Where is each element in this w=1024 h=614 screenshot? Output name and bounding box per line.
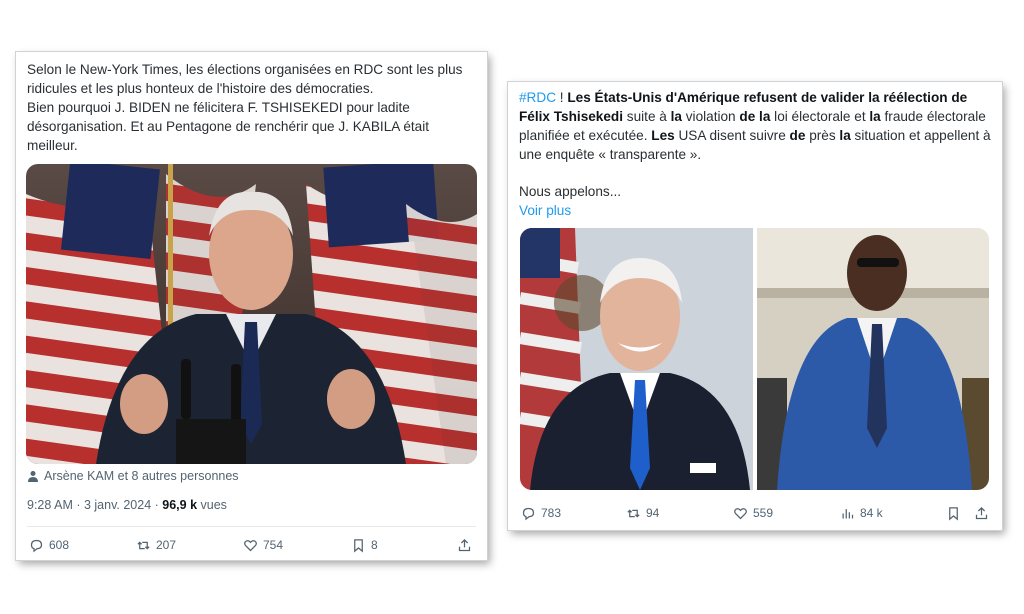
- tweet-card-2: #RDC ! Les États-Unis d'Amérique refusen…: [508, 82, 1002, 530]
- tweet-1-photo[interactable]: [26, 164, 477, 464]
- text-bold: la: [839, 128, 851, 143]
- tweet-2-photos: [520, 228, 989, 490]
- retweet-button[interactable]: 207: [136, 538, 176, 553]
- tweet-2-paragraph-1: #RDC ! Les États-Unis d'Amérique refusen…: [519, 88, 993, 164]
- text-bold: de la: [739, 109, 771, 124]
- retweet-button[interactable]: 94: [626, 506, 659, 521]
- tweet-1-line-2: Bien pourquoi J. BIDEN ne félicitera F. …: [27, 100, 430, 153]
- share-button[interactable]: [974, 506, 989, 521]
- tweet-1-actions: 608 207 754 8: [16, 536, 487, 554]
- retweet-icon: [137, 540, 150, 550]
- text-bold: la: [670, 109, 682, 124]
- hashtag-link[interactable]: #RDC: [519, 90, 556, 105]
- bookmark-icon: [949, 506, 958, 520]
- man-in-blue-suit-image: [756, 228, 989, 490]
- text-seg: USA disent suivre: [674, 128, 790, 143]
- text-seg: près: [805, 128, 840, 143]
- tweet-1-meta: 9:28 AM · 3 janv. 2024 · 96,9 k vues: [27, 498, 227, 512]
- like-icon: [734, 507, 747, 519]
- share-icon: [975, 506, 988, 519]
- like-count: 754: [263, 538, 284, 552]
- views-icon: [842, 508, 854, 518]
- tweet-card-1: Selon le New-York Times, les élections o…: [16, 52, 487, 560]
- bookmark-icon: [354, 538, 363, 552]
- text-bold: Les: [651, 128, 675, 143]
- views-count: 84 k: [860, 506, 883, 520]
- tagged-people[interactable]: Arsène KAM et 8 autres personnes: [27, 469, 239, 483]
- tweet-1-line-1: Selon le New-York Times, les élections o…: [27, 62, 463, 96]
- like-button[interactable]: 754: [243, 538, 283, 553]
- text-seg: violation: [681, 109, 740, 124]
- tweet-2-actions: 783 94 559 84 k: [508, 504, 1002, 522]
- text-bold: de: [789, 128, 806, 143]
- reply-button[interactable]: 608: [29, 538, 69, 553]
- tweet-2-paragraph-2: Nous appelons...: [519, 184, 622, 199]
- tweet-1-views-count: 96,9 k: [162, 498, 198, 512]
- text-seg: loi électorale et: [770, 109, 870, 124]
- reply-icon: [522, 507, 535, 520]
- reply-button[interactable]: 783: [521, 506, 561, 521]
- reply-icon: [30, 539, 43, 552]
- like-icon: [244, 539, 257, 551]
- views-button[interactable]: 84 k: [840, 506, 883, 521]
- tweet-2-photo-right[interactable]: [756, 228, 989, 490]
- bookmark-count: 8: [371, 538, 378, 552]
- text-seg: !: [556, 90, 568, 105]
- text-seg: suite à: [623, 109, 671, 124]
- person-icon: [28, 471, 38, 482]
- share-icon: [458, 538, 471, 551]
- divider: [27, 526, 476, 527]
- tweet-2-text: #RDC ! Les États-Unis d'Amérique refusen…: [519, 88, 993, 220]
- tweet-2-photo-left[interactable]: [520, 228, 753, 490]
- text-bold: la: [869, 109, 881, 124]
- bookmark-button[interactable]: [946, 506, 961, 521]
- retweet-count: 207: [156, 538, 177, 552]
- bookmark-button[interactable]: 8: [351, 538, 378, 553]
- reply-count: 608: [49, 538, 70, 552]
- retweet-icon: [627, 508, 640, 518]
- voir-plus-link[interactable]: Voir plus: [519, 201, 993, 220]
- like-button[interactable]: 559: [733, 506, 773, 521]
- portrait-smiling-man-image: [520, 228, 753, 490]
- tweet-1-timestamp[interactable]: 9:28 AM · 3 janv. 2024 ·: [27, 498, 162, 512]
- tweet-1-views-label: vues: [200, 498, 227, 512]
- reply-count: 783: [541, 506, 562, 520]
- retweet-count: 94: [646, 506, 660, 520]
- share-button[interactable]: [457, 538, 472, 553]
- like-count: 559: [753, 506, 774, 520]
- speaker-at-podium-image: [26, 164, 477, 464]
- tweet-1-text: Selon le New-York Times, les élections o…: [27, 60, 479, 155]
- tagged-people-label: Arsène KAM et 8 autres personnes: [44, 469, 239, 483]
